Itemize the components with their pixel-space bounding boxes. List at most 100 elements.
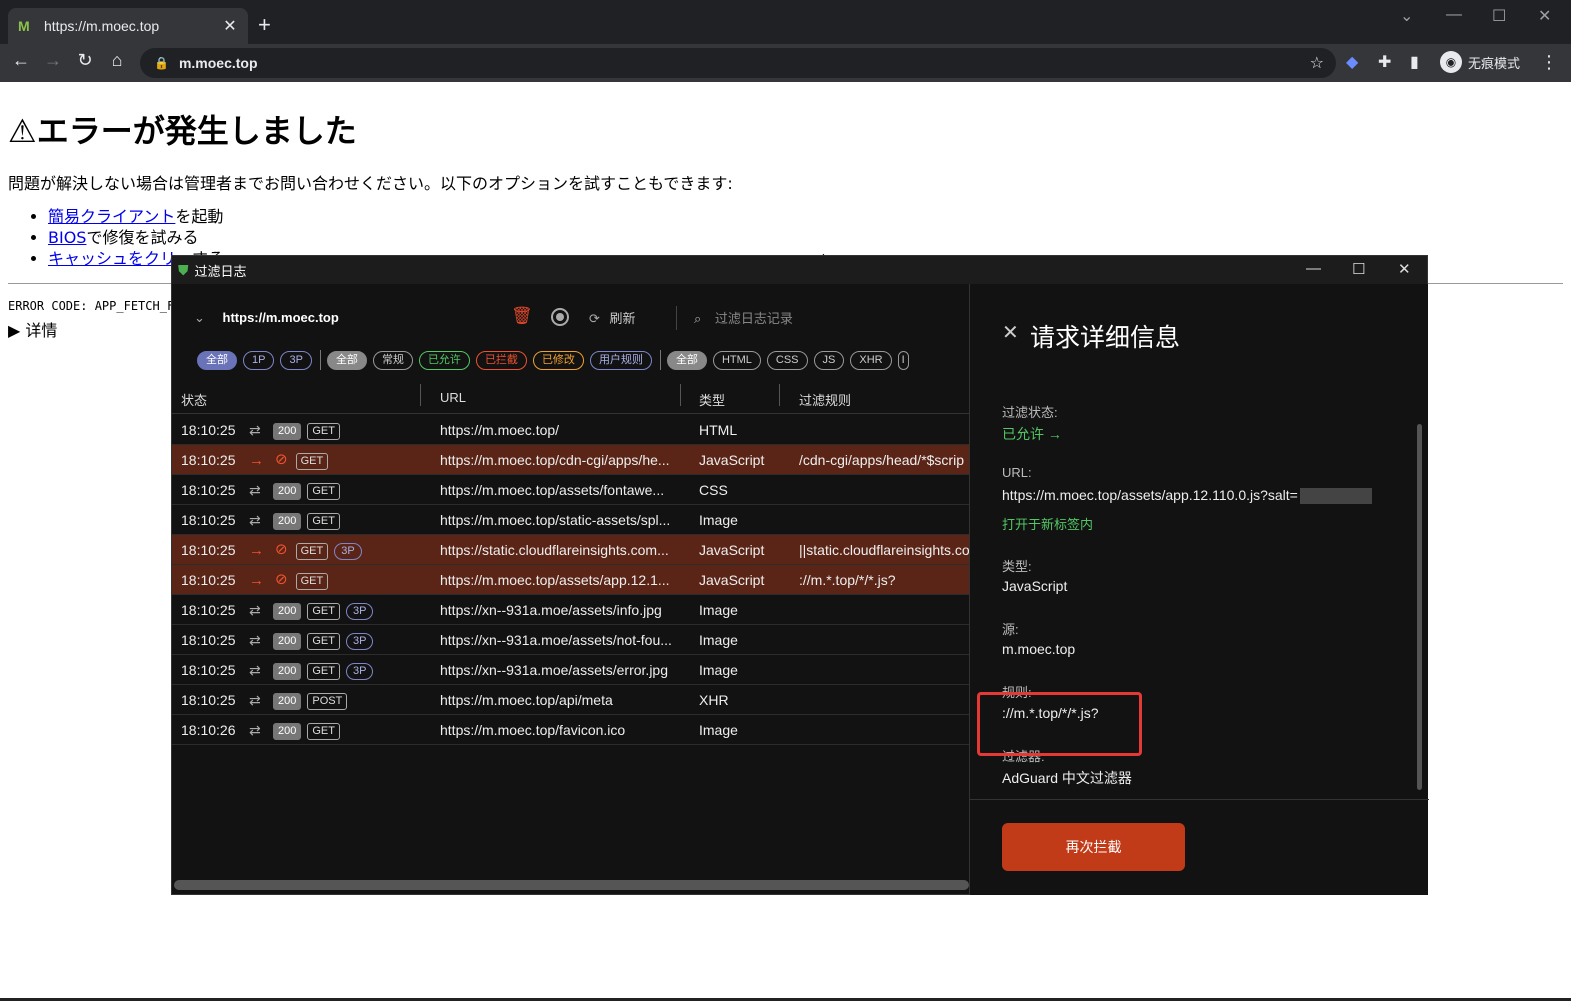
method-badge: GET (295, 573, 329, 590)
close-details-icon[interactable]: ✕ (1002, 320, 1019, 345)
bookmark-star-icon[interactable]: ☆ (1310, 53, 1324, 73)
tab-search-chevron-icon[interactable]: ⌄ (1400, 6, 1413, 26)
list-item: 簡易クライアントを起動 (48, 206, 224, 227)
row-badges: 200 GET (273, 721, 346, 740)
site-selector[interactable]: ⌄ https://m.moec.top (194, 310, 339, 326)
chip-allowed[interactable]: 已允许 (418, 350, 470, 370)
row-time: 18:10:25 (181, 692, 236, 708)
address-bar[interactable]: 🔒 m.moec.top ☆ (140, 48, 1336, 78)
browser-tab[interactable]: M https://m.moec.top ✕ (8, 8, 248, 44)
home-icon[interactable]: ⌂ (104, 50, 130, 71)
side-panel-icon[interactable]: ▮ (1410, 52, 1419, 72)
row-badges: 200 GET (273, 481, 346, 500)
method-badge: POST (307, 693, 348, 710)
column-resize-handle[interactable] (779, 384, 780, 406)
table-row[interactable]: 18:10:25 ⇄ 200 GET https://m.moec.top/static… (172, 505, 969, 535)
lock-icon: 🔒 (154, 56, 169, 70)
chip-js[interactable]: JS (813, 350, 845, 370)
incognito-indicator[interactable]: ◉ 无痕模式 (1440, 49, 1520, 75)
column-resize-handle[interactable] (680, 384, 681, 406)
chip-divider (659, 350, 661, 370)
browser-menu-icon[interactable]: ⋮ (1540, 52, 1558, 73)
row-url: https://m.moec.top/favicon.ico (440, 722, 626, 738)
forward-icon[interactable]: → (40, 50, 66, 71)
window-maximize-icon[interactable]: ☐ (1352, 260, 1365, 278)
row-time: 18:10:25 (181, 632, 236, 648)
row-badges: ⊘ GET (273, 451, 334, 470)
row-time: 18:10:25 (181, 542, 236, 558)
chip-3p[interactable]: 3P (280, 350, 312, 370)
table-row[interactable]: 18:10:25 ⇄ 200 GET 3P https://xn--931a.moe/as… (172, 625, 969, 655)
record-toggle-icon[interactable] (551, 308, 569, 326)
table-row[interactable]: 18:10:25 ⇄ 200 GET 3P https://xn--931a.moe/as… (172, 595, 969, 625)
table-row[interactable]: 18:10:25 ⇄ 200 POST https://m.moec.top/api/m… (172, 685, 969, 715)
window-titlebar[interactable]: ⛊ 过滤日志 — ☐ ✕ (172, 256, 1427, 284)
row-badges: ⊘ GET (273, 571, 334, 590)
status-code-badge: 200 (273, 633, 302, 650)
chip-status-all[interactable]: 全部 (326, 350, 367, 370)
row-type: Image (699, 512, 738, 528)
table-row[interactable]: 18:10:25 ⇄ 200 GET https://m.moec.top/assets… (172, 475, 969, 505)
clear-log-trash-icon[interactable]: 🗑 (511, 306, 533, 326)
column-status[interactable]: 状态 (181, 390, 207, 409)
log-search-input[interactable]: ⌕ 过滤日志记录 (694, 308, 793, 327)
window-minimize-icon[interactable]: — (1306, 260, 1321, 277)
third-party-badge: 3P (334, 543, 362, 560)
back-icon[interactable]: ← (8, 50, 34, 71)
details-toggle[interactable]: ▶ 详情 (8, 317, 57, 341)
window-close-icon[interactable]: ✕ (1538, 6, 1551, 26)
reload-icon[interactable]: ↻ (72, 50, 98, 71)
table-row[interactable]: 18:10:25 ⇄ 200 GET 3P https://xn--931a.moe/as… (172, 655, 969, 685)
chip-html[interactable]: HTML (712, 350, 761, 370)
chip-xhr[interactable]: XHR (850, 350, 892, 370)
status-code-badge: 200 (273, 483, 302, 500)
column-type[interactable]: 类型 (699, 390, 725, 409)
refresh-button[interactable]: ⟳ 刷新 (589, 308, 636, 327)
tab-close-icon[interactable]: ✕ (222, 16, 238, 36)
transfer-arrows-icon: ⇄ (249, 512, 261, 528)
chip-blocked[interactable]: 已拦截 (475, 350, 527, 370)
chip-1p[interactable]: 1P (243, 350, 275, 370)
window-maximize-icon[interactable]: ☐ (1492, 6, 1506, 26)
row-time: 18:10:25 (181, 662, 236, 678)
row-url: https://static.cloudflareinsights.com... (440, 542, 669, 558)
chip-regular[interactable]: 常规 (372, 350, 413, 370)
chip-image[interactable]: I (897, 350, 909, 370)
option-link-lite-client[interactable]: 簡易クライアント (48, 207, 175, 226)
row-url: https://m.moec.top/assets/fontawe... (440, 482, 665, 498)
transfer-arrows-icon: ⇄ (249, 632, 261, 648)
window-close-icon[interactable]: ✕ (1398, 260, 1411, 278)
open-in-new-tab-link[interactable]: 打开于新标签内 (1002, 514, 1093, 533)
vertical-scrollbar[interactable] (1417, 424, 1422, 790)
table-row[interactable]: 18:10:25 ⇄ 200 GET https://m.moec.top/HTML (172, 415, 969, 445)
reblock-button[interactable]: 再次拦截 (1002, 823, 1185, 871)
third-party-badge: 3P (345, 663, 374, 680)
method-badge: GET (307, 603, 340, 620)
table-row[interactable]: 18:10:25 → ⊘ GET https://m.moec.top/assets/a… (172, 565, 969, 595)
chip-party-all[interactable]: 全部 (197, 350, 237, 370)
table-row[interactable]: 18:10:25 → ⊘ GET 3P https://static.cloudflare… (172, 535, 969, 565)
row-url: https://xn--931a.moe/assets/info.jpg (440, 602, 662, 618)
column-resize-handle[interactable] (420, 384, 421, 406)
chip-type-all[interactable]: 全部 (666, 350, 707, 370)
chip-user-rules[interactable]: 用户规则 (589, 350, 652, 370)
option-link-bios[interactable]: BIOS (48, 228, 86, 247)
log-toolbar: ⌄ https://m.moec.top 🗑 ⟳ 刷新 ⌕ 过滤日志记录 (172, 284, 969, 344)
horizontal-scrollbar[interactable] (174, 880, 969, 890)
chip-modified[interactable]: 已修改 (532, 350, 584, 370)
adguard-extension-icon[interactable]: ◆ (1346, 52, 1358, 72)
transfer-arrows-icon: ⇄ (249, 482, 261, 498)
row-rule: ://m.*.top/*/*.js? (799, 572, 896, 588)
table-row[interactable]: 18:10:26 ⇄ 200 GET https://m.moec.top/favico… (172, 715, 969, 745)
row-type: JavaScript (699, 572, 765, 588)
window-minimize-icon[interactable]: — (1446, 6, 1462, 24)
option-link-clear-cache[interactable]: キャッシュをクリ (48, 249, 176, 268)
chip-css[interactable]: CSS (766, 350, 808, 370)
table-row[interactable]: 18:10:25 → ⊘ GET https://m.moec.top/cdn-cgi/… (172, 445, 969, 475)
new-tab-icon[interactable]: + (258, 14, 271, 36)
column-url[interactable]: URL (440, 390, 466, 405)
extensions-puzzle-icon[interactable]: ✚ (1378, 52, 1391, 72)
redacted-block (1299, 488, 1372, 505)
row-time: 18:10:25 (181, 602, 236, 618)
column-rule[interactable]: 过滤规则 (799, 390, 851, 409)
